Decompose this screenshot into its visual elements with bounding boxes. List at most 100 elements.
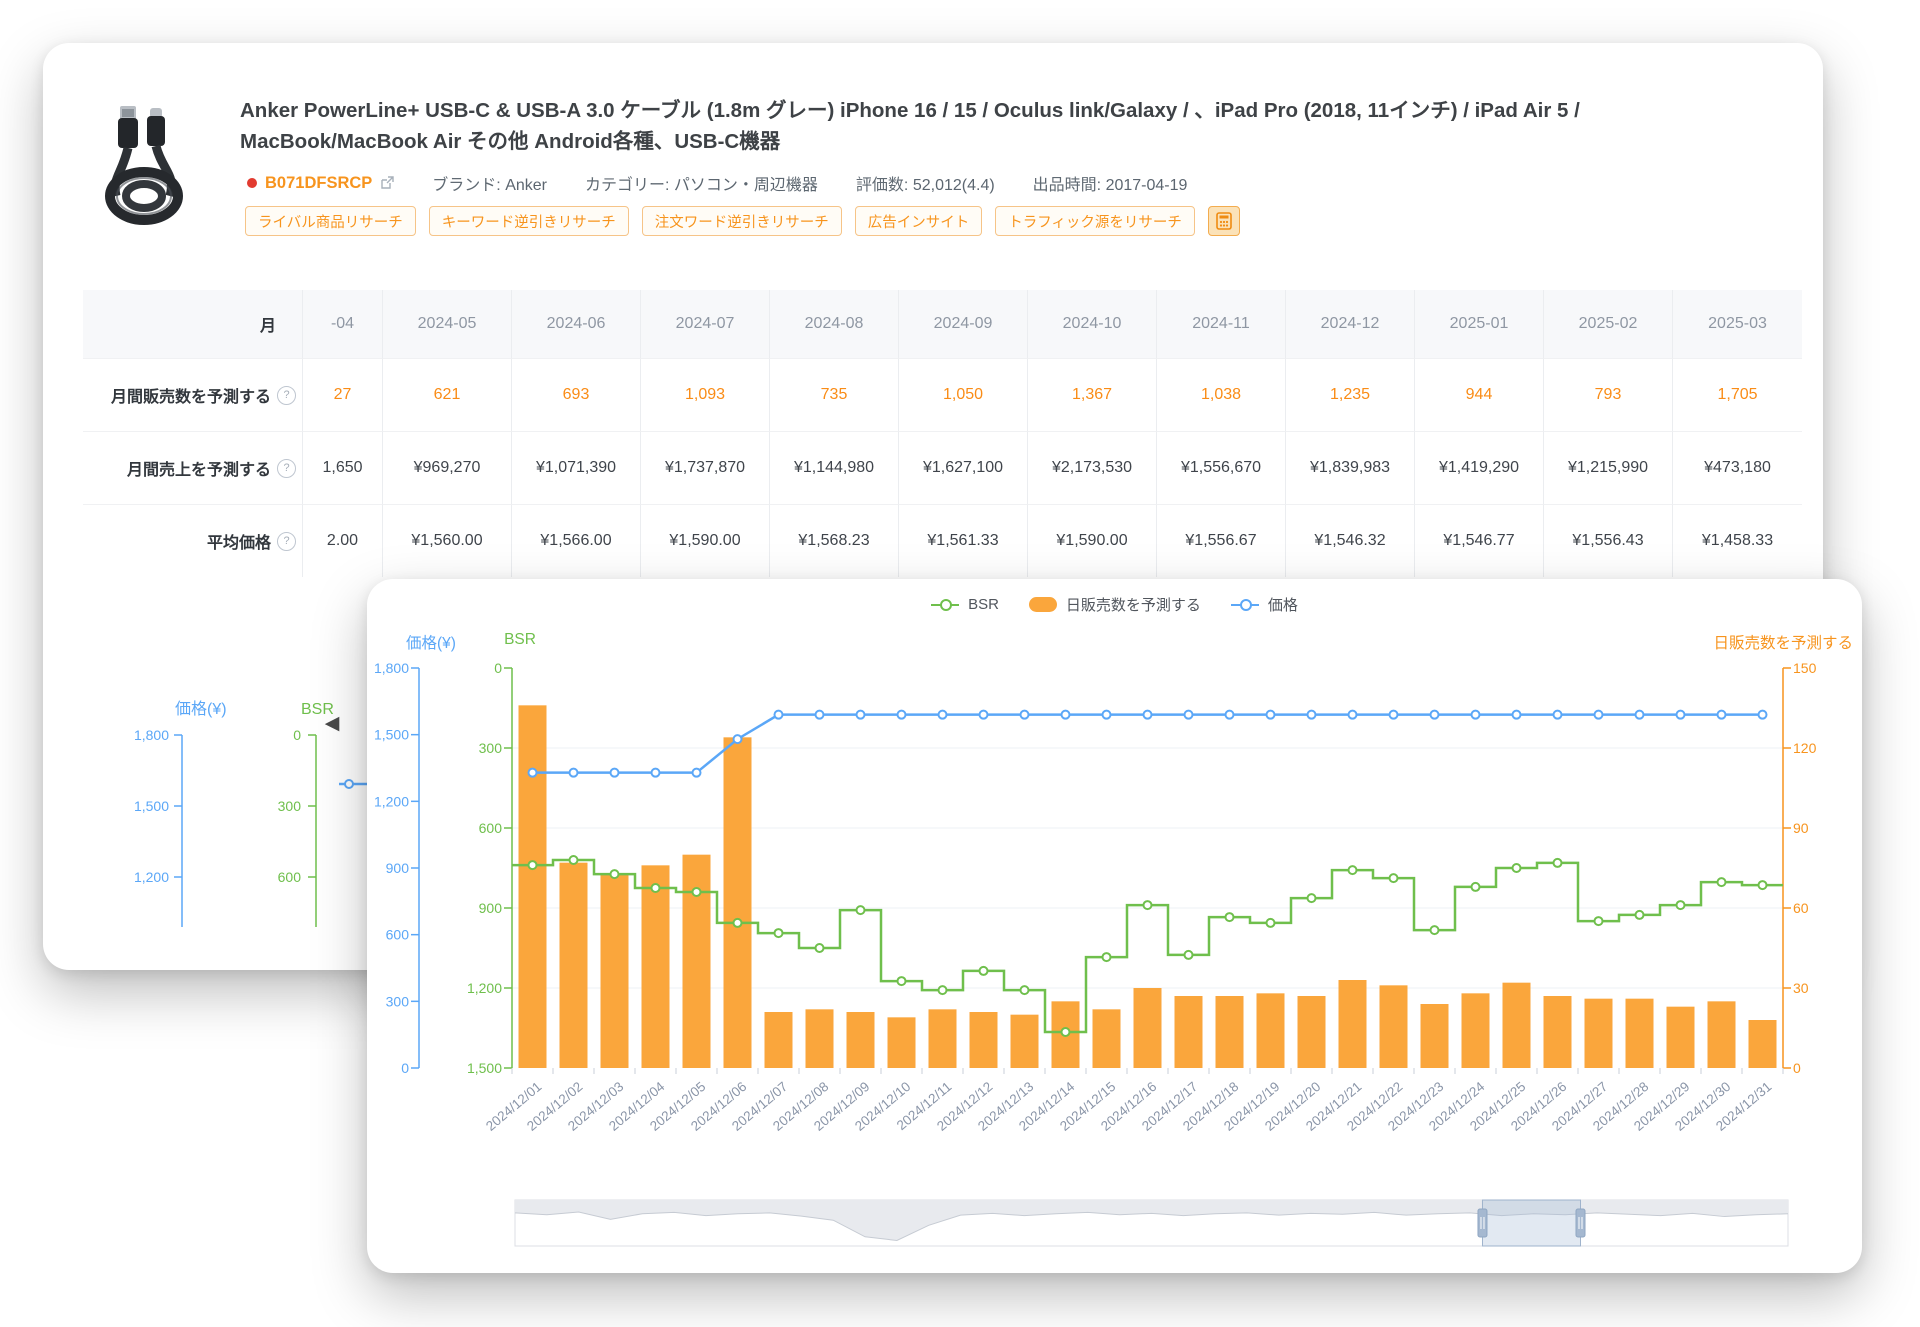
price-point-2024/12/06[interactable] <box>734 735 742 743</box>
bar-2024/12/19[interactable] <box>1257 993 1285 1068</box>
bar-2024/12/23[interactable] <box>1421 1004 1449 1068</box>
price-point-2024/12/18[interactable] <box>1226 711 1234 719</box>
bsr-point-2024/12/13[interactable] <box>1021 986 1029 994</box>
bar-2024/12/13[interactable] <box>1011 1015 1039 1068</box>
bsr-point-2024/12/09[interactable] <box>857 906 865 914</box>
bar-2024/12/25[interactable] <box>1503 983 1531 1068</box>
price-point-2024/12/16[interactable] <box>1144 711 1152 719</box>
price-point-2024/12/22[interactable] <box>1390 711 1398 719</box>
bar-2024/12/22[interactable] <box>1380 985 1408 1068</box>
bar-2024/12/09[interactable] <box>847 1012 875 1068</box>
ad-insights-button[interactable]: 広告インサイト <box>855 206 983 236</box>
bar-2024/12/07[interactable] <box>765 1012 793 1068</box>
price-point-2024/12/09[interactable] <box>857 711 865 719</box>
price-point-2024/12/21[interactable] <box>1349 711 1357 719</box>
bsr-point-2024/12/31[interactable] <box>1759 881 1767 889</box>
bar-2024/12/29[interactable] <box>1667 1007 1695 1068</box>
price-point-2024/12/17[interactable] <box>1185 711 1193 719</box>
bsr-point-2024/12/06[interactable] <box>734 919 742 927</box>
bar-2024/12/01[interactable] <box>519 705 547 1068</box>
bar-2024/12/03[interactable] <box>601 873 629 1068</box>
price-point-2024/12/02[interactable] <box>570 769 578 777</box>
bsr-point-2024/12/04[interactable] <box>652 884 660 892</box>
bar-2024/12/16[interactable] <box>1134 988 1162 1068</box>
price-point-2024/12/24[interactable] <box>1472 711 1480 719</box>
bsr-point-2024/12/25[interactable] <box>1513 864 1521 872</box>
bar-2024/12/27[interactable] <box>1585 999 1613 1068</box>
price-point-2024/12/31[interactable] <box>1759 711 1767 719</box>
order-word-reverse-research-button[interactable]: 注文ワード逆引きリサーチ <box>642 206 842 236</box>
bsr-point-2024/12/18[interactable] <box>1226 913 1234 921</box>
price-point-2024/12/20[interactable] <box>1308 711 1316 719</box>
bar-2024/12/15[interactable] <box>1093 1009 1121 1068</box>
bar-2024/12/12[interactable] <box>970 1012 998 1068</box>
bar-2024/12/18[interactable] <box>1216 996 1244 1068</box>
price-point-2024/12/08[interactable] <box>816 711 824 719</box>
price-point-2024/12/27[interactable] <box>1595 711 1603 719</box>
price-point-2024/12/14[interactable] <box>1062 711 1070 719</box>
bsr-point-2024/12/19[interactable] <box>1267 919 1275 927</box>
price-point-2024/12/28[interactable] <box>1636 711 1644 719</box>
price-point-2024/12/13[interactable] <box>1021 711 1029 719</box>
price-point-2024/12/04[interactable] <box>652 769 660 777</box>
price-point-2024/12/15[interactable] <box>1103 711 1111 719</box>
bar-2024/12/21[interactable] <box>1339 980 1367 1068</box>
bar-2024/12/04[interactable] <box>642 865 670 1068</box>
rival-product-research-button[interactable]: ライバル商品リサーチ <box>245 206 416 236</box>
bsr-point-2024/12/11[interactable] <box>939 986 947 994</box>
price-point-2024/12/30[interactable] <box>1718 711 1726 719</box>
bar-2024/12/26[interactable] <box>1544 996 1572 1068</box>
bar-2024/12/28[interactable] <box>1626 999 1654 1068</box>
help-icon-monthly-sales-forecast[interactable]: ? <box>277 386 296 405</box>
bar-2024/12/05[interactable] <box>683 855 711 1068</box>
bsr-point-2024/12/14[interactable] <box>1062 1028 1070 1036</box>
bsr-point-2024/12/24[interactable] <box>1472 883 1480 891</box>
bar-2024/12/17[interactable] <box>1175 996 1203 1068</box>
bsr-point-2024/12/16[interactable] <box>1144 901 1152 909</box>
bsr-point-2024/12/03[interactable] <box>611 870 619 878</box>
price-point-2024/12/23[interactable] <box>1431 711 1439 719</box>
price-point-2024/12/12[interactable] <box>980 711 988 719</box>
asin-link[interactable]: B071DFSRCP <box>265 174 372 193</box>
datazoom-handle-left[interactable] <box>1478 1209 1487 1237</box>
bsr-point-2024/12/10[interactable] <box>898 977 906 985</box>
bsr-point-2024/12/15[interactable] <box>1103 953 1111 961</box>
price-point-2024/12/25[interactable] <box>1513 711 1521 719</box>
price-point-2024/12/10[interactable] <box>898 711 906 719</box>
bar-2024/12/24[interactable] <box>1462 993 1490 1068</box>
bsr-point-2024/12/21[interactable] <box>1349 866 1357 874</box>
external-link-icon[interactable] <box>380 176 394 190</box>
bsr-point-2024/12/08[interactable] <box>816 944 824 952</box>
datazoom-window[interactable] <box>1482 1200 1580 1246</box>
help-icon-average-price[interactable]: ? <box>277 532 296 551</box>
bar-2024/12/11[interactable] <box>929 1009 957 1068</box>
bar-2024/12/10[interactable] <box>888 1017 916 1068</box>
bsr-point-2024/12/02[interactable] <box>570 856 578 864</box>
bsr-point-2024/12/07[interactable] <box>775 929 783 937</box>
price-point-2024/12/07[interactable] <box>775 711 783 719</box>
price-point-2024/12/03[interactable] <box>611 769 619 777</box>
bsr-point-2024/12/30[interactable] <box>1718 878 1726 886</box>
price-point-2024/12/26[interactable] <box>1554 711 1562 719</box>
profit-calculator-button[interactable] <box>1208 206 1240 236</box>
help-icon-monthly-revenue-forecast[interactable]: ? <box>277 459 296 478</box>
table-scroll-left-button[interactable]: ◀ <box>320 711 344 737</box>
price-point-2024/12/11[interactable] <box>939 711 947 719</box>
bsr-point-2024/12/20[interactable] <box>1308 894 1316 902</box>
bar-2024/12/08[interactable] <box>806 1009 834 1068</box>
bsr-point-2024/12/05[interactable] <box>693 888 701 896</box>
bar-2024/12/02[interactable] <box>560 863 588 1068</box>
price-point-2024/12/05[interactable] <box>693 769 701 777</box>
bsr-point-2024/12/28[interactable] <box>1636 911 1644 919</box>
bsr-point-2024/12/22[interactable] <box>1390 874 1398 882</box>
price-point-2024/12/01[interactable] <box>529 769 537 777</box>
bar-2024/12/20[interactable] <box>1298 996 1326 1068</box>
price-point-2024/12/19[interactable] <box>1267 711 1275 719</box>
bar-2024/12/30[interactable] <box>1708 1001 1736 1068</box>
bsr-point-2024/12/17[interactable] <box>1185 951 1193 959</box>
bsr-point-2024/12/27[interactable] <box>1595 917 1603 925</box>
price-point-2024/12/29[interactable] <box>1677 711 1685 719</box>
bsr-point-2024/12/12[interactable] <box>980 967 988 975</box>
bsr-point-2024/12/26[interactable] <box>1554 859 1562 867</box>
bar-2024/12/06[interactable] <box>724 737 752 1068</box>
